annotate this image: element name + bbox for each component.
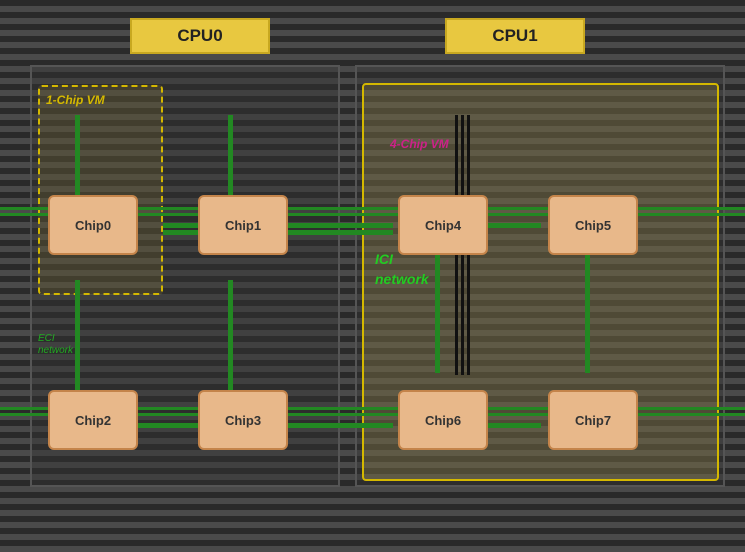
chip6-label: Chip6: [425, 413, 461, 428]
hconn-chip4-chip5: [483, 223, 541, 228]
chip0-label: Chip0: [75, 218, 111, 233]
chip3: Chip3: [198, 390, 288, 450]
vconn-chip1-bot: [228, 280, 233, 400]
ici-text: ICInetwork: [375, 251, 429, 287]
chip2-label: Chip2: [75, 413, 111, 428]
chip1-label: Chip1: [225, 218, 261, 233]
chip2: Chip2: [48, 390, 138, 450]
vconn-chip0-bot: [75, 280, 80, 400]
hconn-chip1-chip4-2: [273, 230, 393, 235]
chip1: Chip1: [198, 195, 288, 255]
ici-label: ICInetwork: [375, 250, 429, 289]
vconn-chip0-top: [75, 115, 80, 205]
cpu0-banner: CPU0: [130, 18, 270, 54]
chip4-label: Chip4: [425, 218, 461, 233]
chip7-label: Chip7: [575, 413, 611, 428]
chip7: Chip7: [548, 390, 638, 450]
vm-box: 1-Chip VM: [38, 85, 163, 295]
chip3-label: Chip3: [225, 413, 261, 428]
green-label-1: ECI: [38, 333, 55, 344]
hconn-chip3-chip6: [273, 423, 393, 428]
chip4: Chip4: [398, 195, 488, 255]
chip6: Chip6: [398, 390, 488, 450]
chip5: Chip5: [548, 195, 638, 255]
hconn-chip1-chip4: [273, 223, 393, 228]
vconn-chip1-top: [228, 115, 233, 205]
chip5-label: Chip5: [575, 218, 611, 233]
chips-annotation-text: 4-Chip VM: [390, 137, 449, 151]
hconn-chip6-chip7: [483, 423, 541, 428]
vm-label: 1-Chip VM: [46, 93, 105, 107]
chips-annotation: 4-Chip VM: [390, 137, 449, 151]
cpu1-banner: CPU1: [445, 18, 585, 54]
green-label-2: network: [38, 345, 73, 356]
cpu1-label: CPU1: [492, 26, 537, 46]
cpu0-label: CPU0: [177, 26, 222, 46]
chip0: Chip0: [48, 195, 138, 255]
